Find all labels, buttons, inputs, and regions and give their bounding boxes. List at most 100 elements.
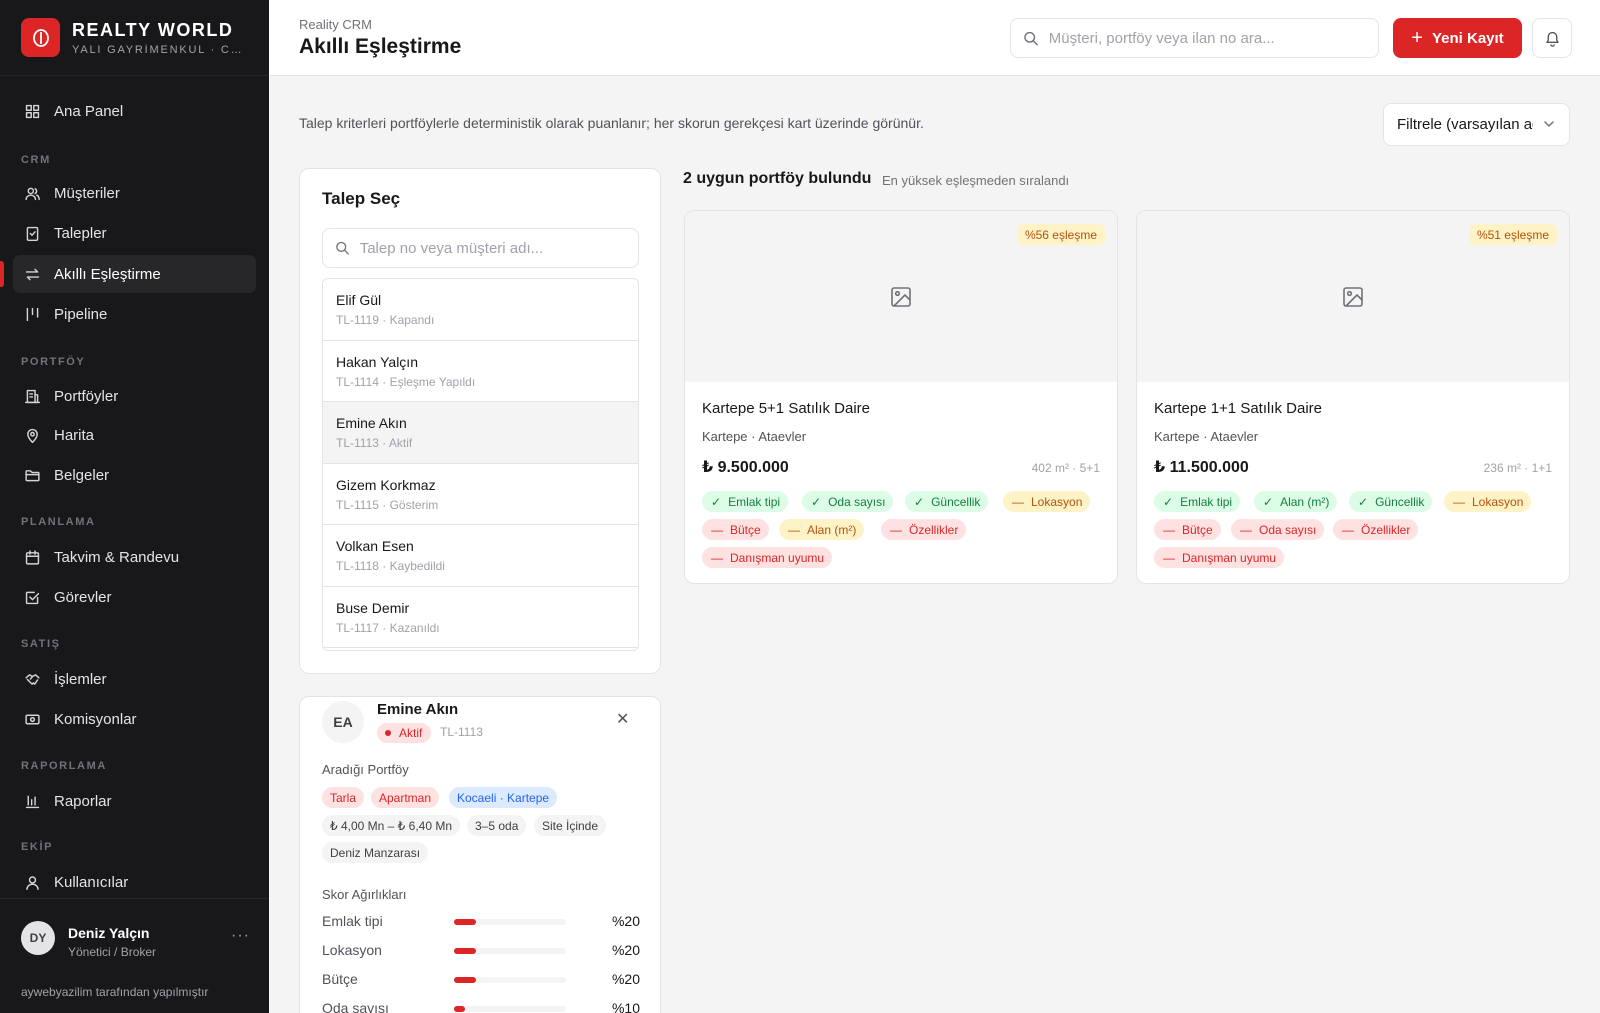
criteria-tag: — Lokasyon xyxy=(1444,491,1532,512)
criteria-chip: Tarla xyxy=(322,787,365,808)
sidebar-item[interactable]: Komisyonlar xyxy=(13,700,256,738)
criteria-tag: ✓ Güncellik xyxy=(905,491,989,512)
criteria-tag-label: Lokasyon xyxy=(1472,494,1524,509)
wanted-label: Aradığı Portföy xyxy=(322,762,409,777)
sidebar-item-label: Harita xyxy=(54,426,95,444)
portfolio-card[interactable]: %51 eşleşme Kartepe 1+1 Satılık Daire Kart… xyxy=(1136,210,1570,584)
breadcrumb[interactable]: Reality CRM xyxy=(299,17,372,32)
search-input[interactable] xyxy=(1048,29,1378,47)
handshake-icon xyxy=(23,670,41,688)
sidebar-item-label: Görevler xyxy=(54,588,112,606)
weight-value: %10 xyxy=(611,1000,640,1013)
brand-subtitle: YALI GAYRİMENKUL · CR... xyxy=(72,43,250,56)
more-icon[interactable]: ··· xyxy=(231,927,250,945)
request-customer-name: Emine Akın xyxy=(336,415,407,431)
sidebar-item[interactable]: Görevler xyxy=(13,578,256,616)
brand[interactable]: REALTY WORLD YALI GAYRİMENKUL · CR... xyxy=(0,0,269,76)
weight-bar-fill xyxy=(454,1006,466,1012)
request-detail-panel: EA Emine Akın Aktif TL-1113 ✕ Aradığı Po… xyxy=(299,696,661,1013)
header: Reality CRM Akıllı Eşleştirme + Yeni Kay… xyxy=(269,0,1600,76)
results-subtitle: En yüksek eşleşmeden sıralandı xyxy=(882,173,1070,188)
sidebar-item[interactable]: Müşteriler xyxy=(13,174,256,212)
user-box: DY Deniz Yalçın Yönetici / Broker ··· ay… xyxy=(0,898,269,1013)
bar-chart-icon xyxy=(23,792,41,810)
minus-icon: — xyxy=(1163,522,1175,537)
match-badge: %56 eşleşme xyxy=(1016,224,1105,245)
request-list-item[interactable]: Volkan Esen TL-1118 · Kaybedildi xyxy=(323,525,638,587)
clipboard-icon xyxy=(23,224,41,242)
criteria-tag-label: Oda sayısı xyxy=(1259,522,1317,537)
nav-section-label: PORTFÖY xyxy=(21,356,86,368)
sidebar-item[interactable]: Pipeline xyxy=(13,295,256,333)
sidebar-item-label: Ana Panel xyxy=(54,102,124,120)
brand-logo-icon xyxy=(21,18,60,57)
sidebar-item-label: Kullanıcılar xyxy=(54,873,129,891)
notifications-button[interactable] xyxy=(1532,18,1572,58)
criteria-tag: ✓ Emlak tipi xyxy=(702,491,789,512)
criteria-tag-label: Güncellik xyxy=(1375,494,1425,509)
weight-bar-fill xyxy=(454,919,477,925)
close-icon[interactable]: ✕ xyxy=(616,709,629,729)
new-record-button[interactable]: + Yeni Kayıt xyxy=(1393,18,1522,58)
criteria-tag-label: Alan (m²) xyxy=(807,522,857,537)
status-dot-icon xyxy=(385,730,391,736)
sidebar-item[interactable]: İşlemler xyxy=(13,660,256,698)
sidebar-item[interactable]: Akıllı Eşleştirme xyxy=(0,255,256,293)
weight-bar-fill xyxy=(454,948,477,954)
chevron-down-icon xyxy=(1544,121,1554,128)
request-customer-name: Hakan Yalçın xyxy=(336,353,418,370)
calendar-icon xyxy=(23,548,41,566)
portfolio-title[interactable]: Kartepe 5+1 Satılık Daire xyxy=(702,400,870,417)
request-customer-name: Volkan Esen xyxy=(336,538,414,554)
weight-bar-fill xyxy=(454,977,477,983)
page-description: Talep kriterleri portföylerle determinis… xyxy=(299,115,924,131)
sidebar-item[interactable]: Kullanıcılar xyxy=(13,863,256,898)
criteria-tag: — Danışman uyumu xyxy=(702,547,833,568)
sidebar-item-label: Pipeline xyxy=(54,305,108,323)
nav-section-label: PLANLAMA xyxy=(21,516,96,528)
search-icon xyxy=(336,241,349,255)
sidebar-item[interactable]: Raporlar xyxy=(13,782,256,820)
check-icon: ✓ xyxy=(914,494,925,509)
sidebar-item[interactable]: Harita xyxy=(13,416,256,454)
request-list-item[interactable]: Hakan Yalçın TL-1114 · Eşleşme Yapıldı xyxy=(323,341,638,402)
request-list-item[interactable]: Elif Gül TL-1119 · Kapandı xyxy=(323,279,638,341)
users-icon xyxy=(23,184,41,202)
criteria-tag-label: Özellikler xyxy=(909,522,959,537)
portfolio-card[interactable]: %56 eşleşme Kartepe 5+1 Satılık Daire Kart… xyxy=(684,210,1118,584)
sidebar-item[interactable]: Takvim & Randevu xyxy=(13,538,256,576)
sidebar-item[interactable]: Portföyler xyxy=(13,377,256,415)
banknote-icon xyxy=(23,710,41,728)
user-avatar[interactable]: DY xyxy=(21,921,55,955)
check-icon: ✓ xyxy=(711,494,722,509)
filter-select[interactable]: Filtrele (varsayılan ağırlık) xyxy=(1383,103,1570,146)
request-customer-name: Elif Gül xyxy=(336,292,382,308)
request-search-input[interactable] xyxy=(359,239,638,257)
criteria-tag: — Özellikler xyxy=(881,519,967,540)
request-list-item[interactable]: Gizem Korkmaz TL-1115 · Gösterim xyxy=(323,464,638,525)
request-list: Elif Gül TL-1119 · Kapandı Hakan Yalçın TL-… xyxy=(322,278,639,651)
weight-row: Oda sayısı %10 xyxy=(322,998,640,1013)
request-code: TL-1113 xyxy=(440,725,483,739)
sidebar-item[interactable]: Belgeler xyxy=(13,456,256,494)
nav-section-label: CRM xyxy=(21,154,51,166)
check-icon: ✓ xyxy=(1358,494,1369,509)
weight-label: Emlak tipi xyxy=(322,913,383,929)
criteria-tag-label: Lokasyon xyxy=(1031,494,1083,509)
sidebar-item[interactable]: Ana Panel xyxy=(13,92,256,130)
portfolio-title[interactable]: Kartepe 1+1 Satılık Daire xyxy=(1154,400,1322,417)
weight-value: %20 xyxy=(611,913,640,929)
sidebar-item-label: Akıllı Eşleştirme xyxy=(54,265,161,283)
criteria-tag-label: Bütçe xyxy=(730,522,761,537)
sidebar: REALTY WORLD YALI GAYRİMENKUL · CR... An… xyxy=(0,0,269,1013)
minus-icon: — xyxy=(1342,522,1354,537)
weight-row: Emlak tipi %20 xyxy=(322,911,640,931)
request-meta: TL-1113 · Aktif xyxy=(336,436,413,450)
credit-text: aywebyazilim tarafından yapılmıştır xyxy=(21,985,209,999)
bell-icon xyxy=(1545,31,1559,47)
sidebar-item[interactable]: Talepler xyxy=(13,214,256,252)
user-name: Deniz Yalçın xyxy=(68,925,150,941)
request-list-item[interactable]: Buse Demir TL-1117 · Kazanıldı xyxy=(323,587,638,648)
request-list-item[interactable]: Emine Akın TL-1113 · Aktif xyxy=(323,402,638,464)
sidebar-item-label: İşlemler xyxy=(54,670,107,688)
